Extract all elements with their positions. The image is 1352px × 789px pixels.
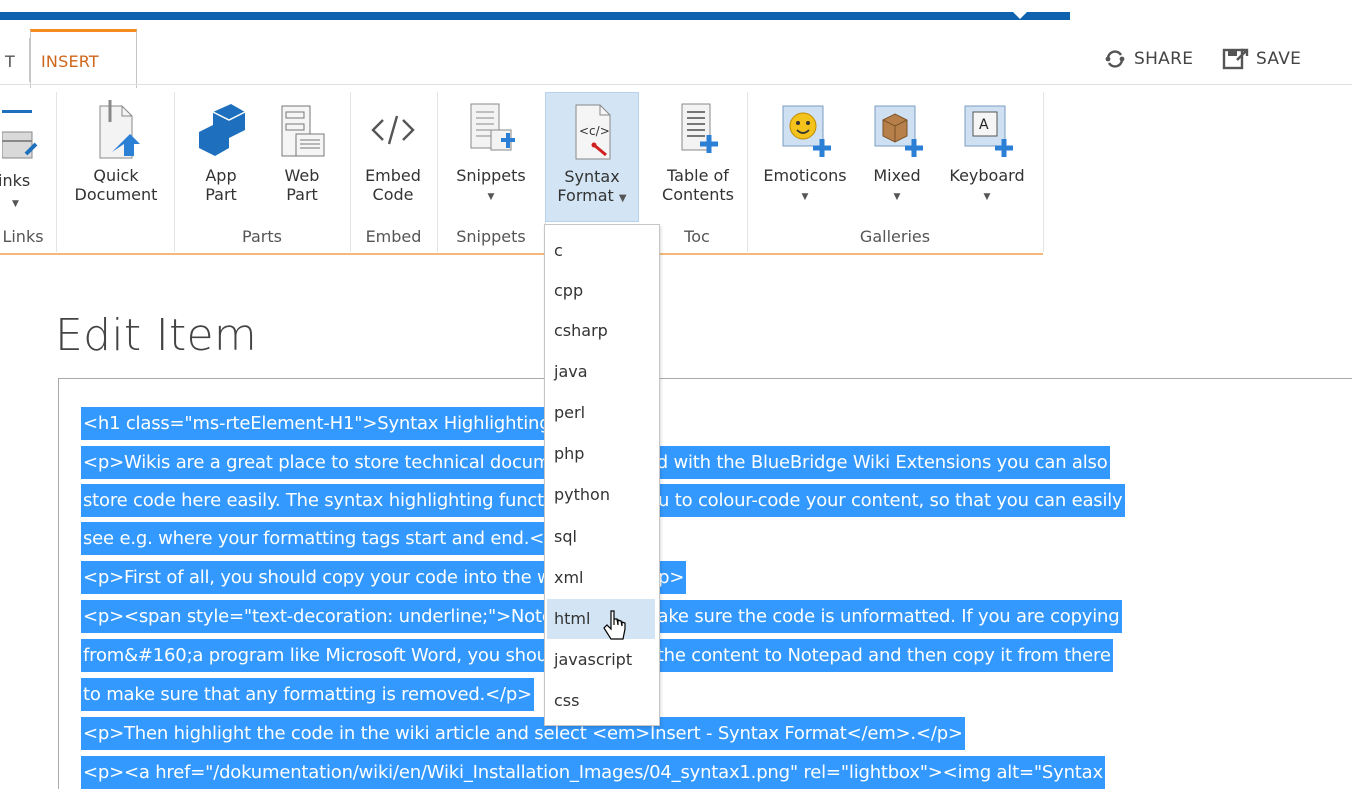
code-line[interactable]: to make sure that any formatting is remo… (81, 678, 534, 711)
menu-item-php[interactable]: php (547, 434, 655, 474)
embed-code-label-1: Embed (365, 166, 421, 185)
mouse-pointer-icon (603, 610, 626, 640)
quick-document-label-2: Document (74, 185, 158, 204)
ribbon-divider (0, 84, 1352, 85)
chevron-down-icon: ▼ (893, 192, 901, 202)
emoticons-label: Emoticons (763, 166, 847, 185)
web-part-icon (281, 105, 325, 157)
snippets-label: Snippets (456, 166, 526, 185)
group-label-embed: Embed (365, 227, 422, 246)
mixed-icon (874, 105, 923, 157)
web-part-label-2: Part (286, 185, 318, 204)
group-label-toc: Toc (684, 227, 710, 246)
group-parts: App Part Web Part Parts (174, 92, 351, 252)
page-title: Edit Item (55, 310, 258, 361)
web-part-label-1: Web (284, 166, 320, 185)
menu-item-python[interactable]: python (547, 475, 655, 515)
code-line[interactable]: see e.g. where your formatting tags star… (81, 522, 579, 555)
suite-bar (0, 12, 1070, 20)
tab-label: T (5, 52, 15, 71)
syntax-format-icon: <c/> (575, 104, 611, 160)
menu-item-csharp[interactable]: csharp (547, 311, 655, 351)
syntax-format-label-1: Syntax (564, 167, 620, 186)
snippets-icon (470, 103, 515, 151)
mixed-button[interactable]: Mixed ▼ (861, 96, 933, 207)
group-toc: Table of Contents Toc (647, 92, 748, 252)
code-line[interactable]: <p><a href="/dokumentation/wiki/en/Wiki_… (81, 756, 1105, 789)
menu-item-xml[interactable]: xml (547, 558, 655, 598)
ribbon-bottom-border (0, 253, 1043, 255)
code-line[interactable]: <p>Then highlight the code in the wiki a… (81, 717, 965, 750)
rich-text-editor[interactable]: <h1 class="ms-rteElement-H1">Syntax High… (58, 378, 1352, 789)
table-of-contents-icon (681, 103, 718, 153)
menu-item-css[interactable]: css (547, 681, 655, 721)
links-button[interactable]: inks ▼ (0, 96, 52, 209)
group-quick: Quick Document (56, 92, 175, 252)
chevron-down-icon: ▼ (618, 193, 627, 204)
menu-item-javascript[interactable]: javascript (547, 640, 655, 680)
mixed-label: Mixed (873, 166, 921, 185)
links-icon (2, 110, 38, 159)
suite-bar-notch (1013, 12, 1027, 19)
quick-document-button[interactable]: Quick Document (66, 96, 166, 204)
links-label: inks (0, 171, 31, 190)
embed-code-button[interactable]: Embed Code (360, 96, 426, 204)
menu-item-sql[interactable]: sql (547, 517, 655, 557)
group-label-snippets: Snippets (456, 227, 526, 246)
share-icon (1105, 50, 1125, 68)
group-label-parts: Parts (242, 227, 282, 246)
syntax-format-menu: c cpp csharp java perl php python sql xm… (544, 224, 660, 726)
embed-code-label-2: Code (372, 185, 414, 204)
toc-label-1: Table of (667, 166, 729, 185)
save-icon (1222, 48, 1249, 70)
group-snippets: Snippets ▼ Snippets (437, 92, 546, 252)
syntax-format-button[interactable]: <c/> Syntax Format ▼ (545, 92, 639, 222)
quick-document-label-1: Quick (93, 166, 139, 185)
svg-text:<c/>: <c/> (579, 124, 610, 138)
emoticons-button[interactable]: Emoticons ▼ (757, 96, 853, 207)
menu-item-cpp[interactable]: cpp (547, 271, 655, 311)
save-label: SAVE (1256, 49, 1302, 69)
keyboard-label: Keyboard (949, 166, 1025, 185)
tab-format-text[interactable]: T (0, 38, 30, 82)
code-line[interactable]: <h1 class="ms-rteElement-H1">Syntax High… (81, 407, 611, 440)
syntax-format-label-2: Format (557, 186, 614, 205)
app-part-icon (199, 104, 246, 156)
toc-label-2: Contents (662, 185, 734, 204)
chevron-down-icon: ▼ (801, 192, 809, 202)
keyboard-button[interactable]: A Keyboard ▼ (939, 96, 1035, 207)
group-galleries: Emoticons ▼ Mixed ▼ A Keyboard ▼ Galleri… (747, 92, 1044, 252)
snippets-button[interactable]: Snippets ▼ (451, 96, 531, 207)
menu-item-html[interactable]: html (547, 599, 655, 639)
menu-item-perl[interactable]: perl (547, 393, 655, 433)
group-links: inks ▼ Links (0, 92, 57, 252)
share-label: SHARE (1134, 49, 1194, 69)
web-part-button[interactable]: Web Part (266, 96, 338, 204)
group-label-galleries: Galleries (859, 227, 931, 246)
group-embed: Embed Code Embed (350, 92, 438, 252)
chevron-down-icon: ▼ (487, 192, 495, 202)
app-part-button[interactable]: App Part (188, 96, 254, 204)
quick-document-icon (99, 100, 140, 159)
chevron-down-icon: ▼ (12, 199, 19, 209)
menu-item-java[interactable]: java (547, 352, 655, 392)
embed-code-icon (371, 115, 415, 145)
share-button[interactable]: SHARE (1102, 46, 1193, 72)
menu-item-c[interactable]: c (547, 231, 655, 271)
group-label-links: Links (2, 227, 44, 246)
app-part-label-2: Part (205, 185, 237, 204)
svg-text:A: A (979, 117, 989, 133)
chevron-down-icon: ▼ (983, 192, 991, 202)
tab-label: INSERT (41, 52, 99, 71)
save-button[interactable]: SAVE (1222, 46, 1301, 72)
ribbon: inks ▼ Links Quick Document App Part Web… (0, 92, 1044, 254)
table-of-contents-button[interactable]: Table of Contents (653, 96, 743, 204)
app-part-label-1: App (205, 166, 237, 185)
syntax-format-label-2-wrap: Format ▼ (546, 186, 638, 208)
emoticons-icon (782, 105, 831, 157)
keyboard-icon: A (964, 105, 1013, 157)
tab-insert[interactable]: INSERT (30, 29, 137, 88)
